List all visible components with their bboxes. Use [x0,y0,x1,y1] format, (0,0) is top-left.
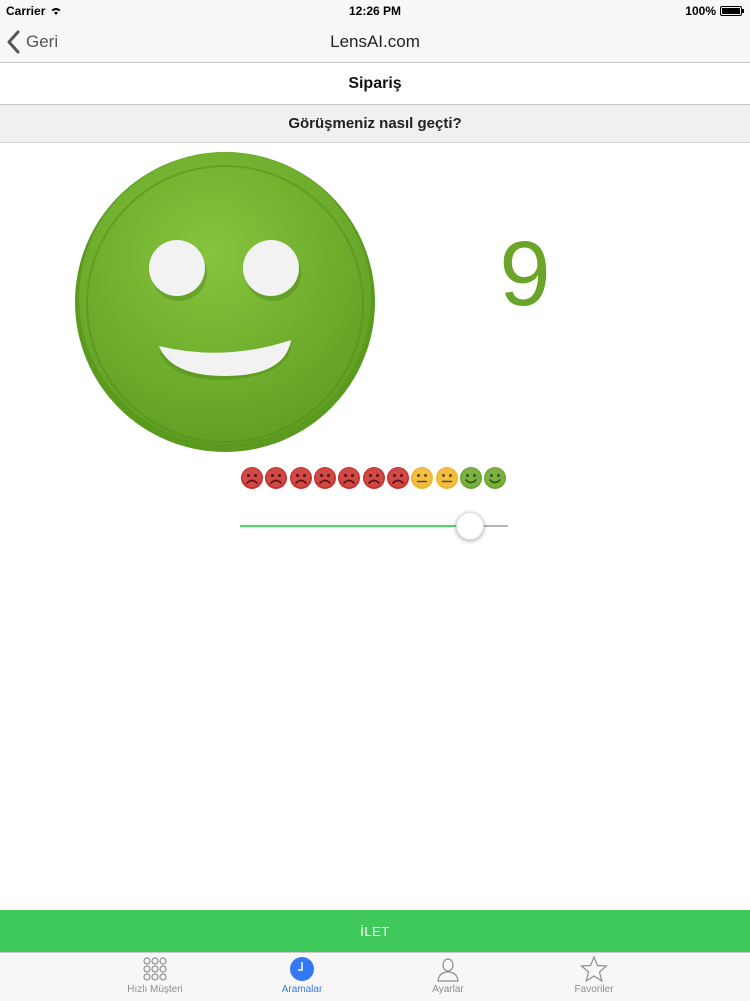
battery-icon [720,6,744,16]
star-icon [580,956,608,982]
sad-face-icon [289,466,313,490]
tab-label: Favoriler [574,984,614,995]
tab-aramalar[interactable]: Aramalar [242,956,362,1000]
section-title: Sipariş [0,63,750,105]
slider-fill [240,525,470,527]
tab-bar: Hızlı Müşteri Aramalar Ayarlar Favoriler [0,952,750,1001]
rating-scale [240,466,507,490]
sad-face-icon [240,466,264,490]
rating-slider[interactable] [240,512,508,542]
sad-face-icon [313,466,337,490]
tab-label: Aramalar [281,984,323,995]
nav-title-text: LensAI.com [330,32,420,51]
slider-thumb[interactable] [456,512,484,540]
happy-face-icon [75,152,375,452]
tab-ayarlar[interactable]: Ayarlar [388,956,508,1000]
sad-face-icon [264,466,288,490]
grid-icon [143,957,167,981]
battery-label: 100% [685,4,716,18]
neutral-face-icon [410,466,434,490]
battery-indicator: 100% [685,4,744,18]
clock-icon [290,957,314,981]
rating-score: 9 [499,223,551,325]
tab-favoriler[interactable]: Favoriler [534,956,654,1000]
question-label: Görüşmeniz nasıl geçti? [0,105,750,143]
submit-button[interactable]: İLET [0,910,750,952]
tab-label: Hızlı Müşteri [127,984,183,995]
neutral-face-icon [434,466,458,490]
tab-label: Ayarlar [432,984,464,995]
status-bar: Carrier 12:26 PM 100% [0,0,750,22]
person-icon [437,958,459,982]
tab-hizli-musteri[interactable]: Hızlı Müşteri [95,956,215,1000]
happy-face-icon [483,466,507,490]
sad-face-icon [337,466,361,490]
nav-title: LensAI.com [0,32,750,52]
sad-face-icon [361,466,385,490]
sad-face-icon [386,466,410,490]
navigation-bar: Geri LensAI.com [0,22,750,63]
happy-face-icon [459,466,483,490]
status-time: 12:26 PM [348,4,402,18]
